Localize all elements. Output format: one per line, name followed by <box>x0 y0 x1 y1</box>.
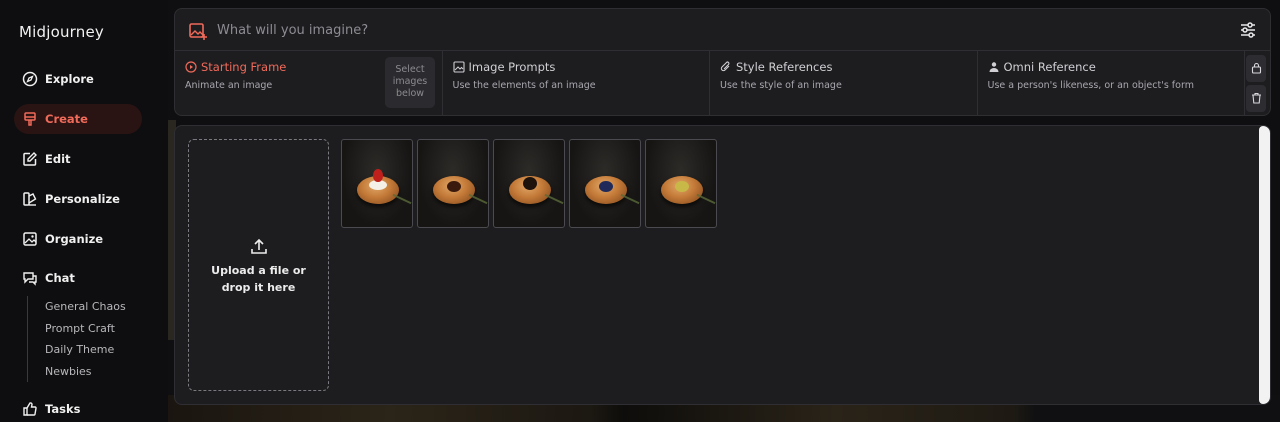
chat-room-newbies[interactable]: Newbies <box>45 361 126 383</box>
panel-actions <box>1246 55 1266 115</box>
compass-icon <box>22 71 38 87</box>
play-circle-icon <box>185 61 197 73</box>
tab-image-prompts[interactable]: Image Prompts Use the elements of an ima… <box>443 51 710 115</box>
chat-room-daily-theme[interactable]: Daily Theme <box>45 339 126 361</box>
scrollbar[interactable] <box>1259 126 1270 404</box>
prompt-input[interactable] <box>217 19 1217 41</box>
sidebar-item-personalize[interactable]: Personalize <box>14 184 142 214</box>
upload-dropzone[interactable]: Upload a file or drop it here <box>188 139 329 391</box>
sidebar-item-organize[interactable]: Organize <box>14 224 142 254</box>
sidebar-item-label: Organize <box>45 232 104 246</box>
thumbnail-strawberry-cream-bun[interactable] <box>341 139 413 228</box>
thumbs-up-icon <box>22 401 38 417</box>
sidebar-item-label: Chat <box>45 271 75 285</box>
lock-button[interactable] <box>1246 55 1266 82</box>
sidebar-item-chat[interactable]: Chat <box>14 263 142 293</box>
tab-description: Use a person's likeness, or an object's … <box>987 80 1194 91</box>
paperclip-icon <box>720 61 732 73</box>
edit-icon <box>22 151 38 167</box>
upload-icon <box>250 238 268 256</box>
tab-title: Style References <box>736 60 833 74</box>
sidebar-item-label: Create <box>45 112 88 126</box>
tab-description: Use the style of an image <box>720 80 842 91</box>
tab-starting-frame[interactable]: Starting Frame Animate an image Select i… <box>175 51 443 115</box>
settings-sliders-icon[interactable] <box>1238 20 1258 40</box>
trash-icon <box>1251 89 1262 108</box>
lock-icon <box>1251 59 1262 78</box>
images-panel: Upload a file or drop it here <box>174 125 1271 405</box>
delete-button[interactable] <box>1246 85 1266 112</box>
app-logo[interactable]: Midjourney <box>19 23 104 41</box>
upload-text: Upload a file or drop it here <box>211 264 306 294</box>
thumbnail-grid <box>341 139 721 228</box>
tab-title: Omni Reference <box>1003 60 1096 74</box>
thumbnail-blueberry-bun[interactable] <box>569 139 641 228</box>
chat-room-prompt-craft[interactable]: Prompt Craft <box>45 318 126 340</box>
image-icon <box>452 61 465 73</box>
prompt-panel: Starting Frame Animate an image Select i… <box>174 8 1271 116</box>
sidebar-item-label: Explore <box>45 72 94 86</box>
chat-room-general-chaos[interactable]: General Chaos <box>45 296 126 318</box>
sidebar-item-label: Personalize <box>45 192 120 206</box>
select-images-hint: Select images below <box>385 57 435 108</box>
tab-title: Starting Frame <box>201 60 287 74</box>
tab-style-references[interactable]: Style References Use the style of an ima… <box>710 51 978 115</box>
add-image-icon[interactable] <box>188 21 208 41</box>
sidebar: Midjourney Explore Create Edit Personali… <box>0 0 168 422</box>
brush-icon <box>22 111 38 127</box>
image-folder-icon <box>22 231 38 247</box>
tab-description: Use the elements of an image <box>452 80 596 91</box>
sidebar-item-label: Tasks <box>45 402 81 416</box>
sidebar-item-explore[interactable]: Explore <box>14 64 142 94</box>
sidebar-item-tasks[interactable]: Tasks <box>14 394 142 422</box>
thumbnail-chocolate-bun[interactable] <box>417 139 489 228</box>
chat-room-list: General Chaos Prompt Craft Daily Theme N… <box>27 296 126 382</box>
palette-icon <box>22 191 38 207</box>
sidebar-item-label: Edit <box>45 152 71 166</box>
tab-title: Image Prompts <box>468 60 556 74</box>
sidebar-item-edit[interactable]: Edit <box>14 144 142 174</box>
prompt-bar <box>175 9 1270 51</box>
chat-icon <box>22 270 38 286</box>
thumbnail-chocolate-truffle-bun[interactable] <box>493 139 565 228</box>
thumbnail-pistachio-bun[interactable] <box>645 139 717 228</box>
sidebar-item-create[interactable]: Create <box>14 104 142 134</box>
person-icon <box>988 61 1000 73</box>
reference-tabs: Starting Frame Animate an image Select i… <box>175 51 1245 115</box>
tab-omni-reference[interactable]: Omni Reference Use a person's likeness, … <box>978 51 1245 115</box>
